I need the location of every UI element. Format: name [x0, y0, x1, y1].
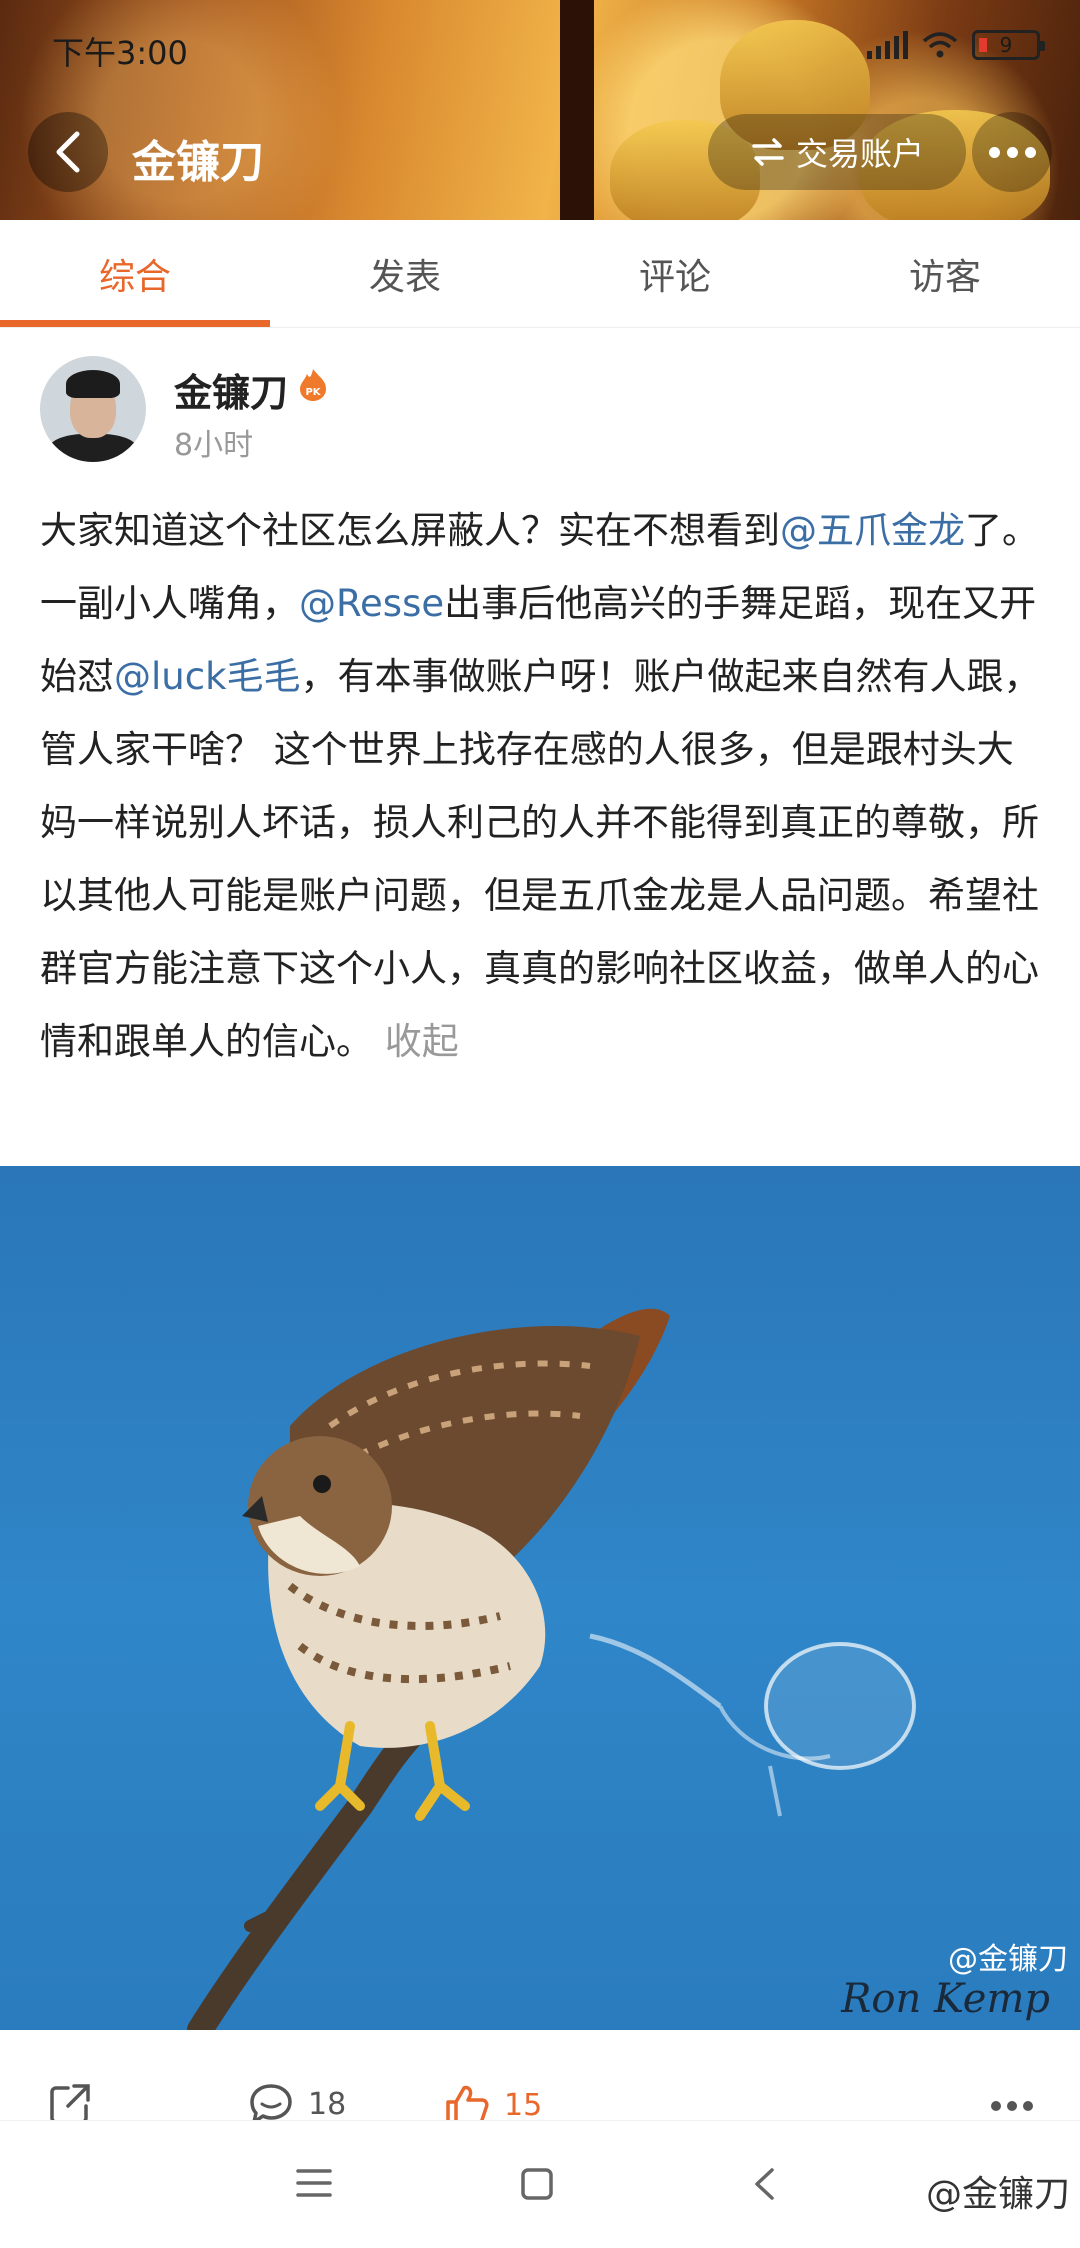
trade-account-label: 交易账户 — [795, 135, 924, 173]
more-dot — [1006, 146, 1018, 158]
back-button[interactable] — [28, 112, 108, 192]
image-watermark: @金镰刀 — [948, 1942, 1068, 1977]
tab-visitors[interactable]: 访客 — [810, 220, 1080, 327]
top-nav: 金镰刀 交易账户 — [28, 112, 1052, 196]
page-title: 金镰刀 — [132, 137, 264, 188]
post-more-button[interactable] — [990, 2100, 1034, 2112]
post-text-segment: 大家知道这个社区怎么屏蔽人？实在不想看到 — [40, 509, 780, 552]
chevron-left-icon — [56, 131, 80, 173]
pk-badge-icon: PK — [300, 369, 326, 401]
more-dot — [988, 146, 1000, 158]
wifi-icon — [922, 32, 958, 58]
tab-overview[interactable]: 综合 — [0, 220, 270, 327]
profile-tabs: 综合 发表 评论 访客 — [0, 220, 1080, 328]
comment-count: 18 — [308, 2086, 347, 2122]
home-icon[interactable] — [520, 2167, 554, 2201]
hawk-illustration — [187, 1308, 916, 2030]
menu-icon[interactable] — [296, 2167, 332, 2199]
system-back-icon[interactable] — [752, 2167, 776, 2201]
battery-icon: 9 — [972, 30, 1045, 60]
status-time: 下午3:00 — [52, 34, 188, 72]
signal-icon — [867, 31, 908, 59]
tab-comments[interactable]: 评论 — [540, 220, 810, 327]
avatar[interactable] — [40, 356, 146, 462]
mention-link[interactable]: @luck毛毛 — [114, 655, 301, 698]
like-count: 15 — [504, 2087, 543, 2123]
swap-icon — [752, 138, 784, 166]
tab-posts[interactable]: 发表 — [270, 220, 540, 327]
more-button[interactable] — [972, 112, 1052, 192]
post-header: 金镰刀 PK 8小时 — [40, 356, 1040, 466]
profile-header: 下午3:00 9 金镰刀 交易账户 — [0, 0, 1080, 220]
post-author[interactable]: 金镰刀 — [174, 362, 288, 417]
footer-watermark: @金镰刀 — [925, 2174, 1070, 2215]
mention-link[interactable]: @五爪金龙 — [780, 509, 965, 552]
photographer-signature: Ron Kemp — [841, 1976, 1050, 2022]
svg-text:PK: PK — [305, 387, 321, 398]
status-bar: 下午3:00 9 — [52, 28, 1045, 72]
mention-link[interactable]: @Resse — [299, 582, 444, 625]
post-text: 大家知道这个社区怎么屏蔽人？实在不想看到@五爪金龙了。一副小人嘴角，@Resse… — [40, 494, 1044, 1078]
more-dots-icon — [991, 2101, 1033, 2111]
system-nav-bar: @金镰刀 — [0, 2120, 1080, 2248]
trade-account-button[interactable]: 交易账户 — [708, 114, 966, 190]
post-time: 8小时 — [174, 428, 254, 463]
post-text-segment: ，有本事做账户呀！账户做起来自然有人跟，管人家干啥？ 这个世界上找存在感的人很多… — [40, 655, 1041, 1063]
collapse-link[interactable]: 收起 — [385, 1020, 459, 1063]
battery-level: 9 — [999, 33, 1013, 57]
more-dot — [1024, 146, 1036, 158]
post-image[interactable]: @金镰刀 Ron Kemp — [0, 1166, 1080, 2030]
